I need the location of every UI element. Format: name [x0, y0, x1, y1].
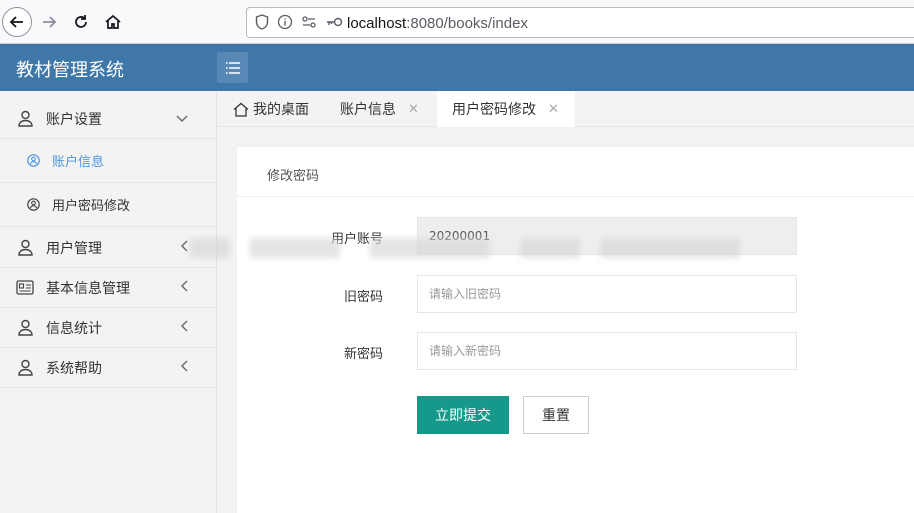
sidebar-subitem-account-info[interactable]: 账户信息 [0, 139, 216, 183]
chevron-left-icon [180, 240, 188, 256]
sidebar-item-label: 用户管理 [46, 240, 102, 257]
user-icon [16, 319, 34, 337]
sidebar-item-account-settings[interactable]: 账户设置 [0, 99, 216, 139]
app-title: 教材管理系统 [16, 60, 124, 81]
tab-label: 我的桌面 [253, 102, 309, 118]
sidebar-item-user-management[interactable]: 用户管理 [0, 228, 216, 268]
new-password-label: 新密码 [343, 347, 383, 362]
tab-account-info[interactable]: 账户信息 ✕ [330, 91, 429, 127]
account-label: 用户账号 [330, 232, 383, 247]
sidebar-subitem-label: 用户密码修改 [52, 199, 131, 214]
sidebar-item-label: 信息统计 [46, 320, 102, 337]
browser-toolbar: localhost:8080/books/index [0, 0, 914, 44]
menu-icon [225, 61, 240, 74]
arrow-right-icon [43, 16, 57, 28]
chevron-left-icon [180, 320, 188, 336]
back-button[interactable] [2, 7, 32, 37]
sidebar-item-help[interactable]: 系统帮助 [0, 348, 216, 388]
sidebar-item-label: 系统帮助 [46, 360, 102, 377]
user-icon [16, 110, 34, 128]
menu-toggle-button[interactable] [217, 52, 248, 83]
key-icon[interactable] [325, 16, 343, 28]
url-path: :8080/books/index [406, 15, 528, 32]
reset-button[interactable]: 重置 [523, 396, 589, 434]
url-text: localhost:8080/books/index [347, 15, 528, 32]
sidebar-item-label: 基本信息管理 [46, 280, 130, 297]
sidebar-item-basic-info[interactable]: 基本信息管理 [0, 268, 216, 308]
address-bar[interactable]: localhost:8080/books/index [246, 7, 914, 38]
reload-button[interactable] [66, 7, 96, 37]
permissions-icon[interactable] [301, 14, 317, 30]
user-circle-icon [26, 198, 40, 212]
sidebar-item-label: 账户设置 [46, 111, 102, 128]
old-password-label: 旧密码 [343, 290, 383, 305]
shield-icon[interactable] [255, 14, 269, 30]
home-icon [233, 102, 249, 117]
card-title: 修改密码 [237, 147, 914, 197]
forward-button[interactable] [34, 7, 64, 37]
sidebar-subitem-label: 账户信息 [52, 155, 105, 170]
old-password-input[interactable] [417, 275, 797, 313]
home-icon [105, 14, 121, 29]
app-header: 教材管理系统 [0, 44, 914, 91]
tab-bar: 我的桌面 账户信息 ✕ 用户密码修改 ✕ [217, 91, 914, 127]
url-host: localhost [347, 15, 407, 32]
form-row-old-password: 旧密码 [237, 275, 914, 313]
id-card-icon [16, 279, 34, 297]
form-row-account: 用户账号 20200001 [237, 217, 914, 255]
chevron-down-icon [176, 111, 188, 127]
account-field: 20200001 [417, 217, 797, 255]
sidebar-subitem-password-change[interactable]: 用户密码修改 [0, 183, 216, 227]
sidebar: 账户设置 账户信息 用户密码修改 用户管理 基本信息管理 信息统计 系统帮助 [0, 91, 217, 513]
sidebar-item-statistics[interactable]: 信息统计 [0, 308, 216, 348]
tab-label: 用户密码修改 [452, 102, 536, 118]
user-icon [16, 359, 34, 377]
home-button[interactable] [98, 7, 128, 37]
close-icon[interactable]: ✕ [548, 102, 559, 117]
tab-desktop[interactable]: 我的桌面 [223, 91, 319, 127]
close-icon[interactable]: ✕ [408, 102, 419, 117]
chevron-left-icon [180, 360, 188, 376]
tab-label: 账户信息 [340, 102, 396, 118]
main-content: 修改密码 用户账号 20200001 旧密码 新密码 立即提交 重置 [217, 127, 914, 513]
form-row-new-password: 新密码 [237, 332, 914, 370]
arrow-left-icon [9, 16, 23, 28]
info-icon[interactable] [277, 14, 293, 30]
reload-icon [75, 15, 87, 28]
chevron-left-icon [180, 280, 188, 296]
user-circle-icon [26, 154, 40, 168]
new-password-input[interactable] [417, 332, 797, 370]
password-form-card: 修改密码 用户账号 20200001 旧密码 新密码 立即提交 重置 [237, 147, 914, 513]
submit-button[interactable]: 立即提交 [417, 396, 509, 434]
user-icon [16, 239, 34, 257]
tab-password-change[interactable]: 用户密码修改 ✕ [437, 91, 575, 127]
